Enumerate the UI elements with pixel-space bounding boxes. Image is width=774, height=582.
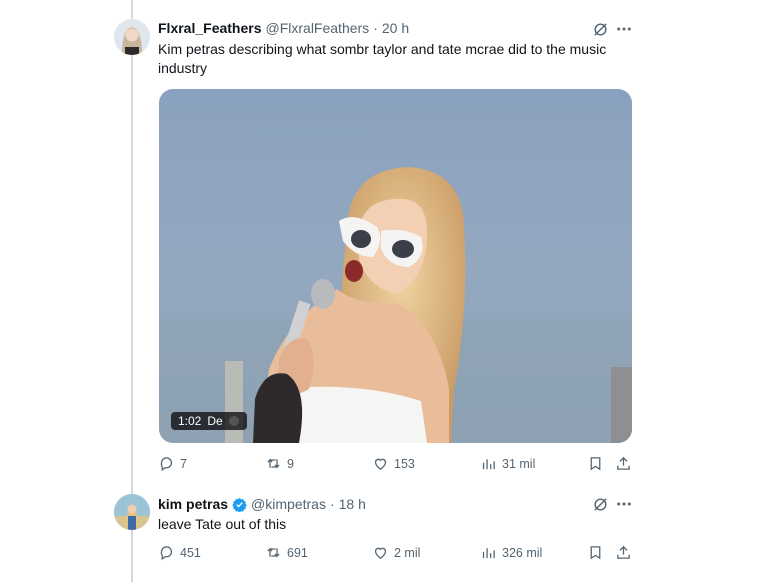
reply-icon: [160, 457, 173, 472]
avatar-image: [114, 19, 150, 55]
tweet-header: Flxral_Feathers @FlxralFeathers · 20 h: [158, 20, 409, 36]
reply-icon: [160, 546, 173, 561]
tweet-text: leave Tate out of this: [158, 516, 287, 532]
handle[interactable]: @FlxralFeathers: [266, 20, 370, 36]
grok-icon[interactable]: [590, 494, 610, 514]
views-count: 31 mil: [502, 456, 536, 471]
reply-button[interactable]: 451: [158, 544, 201, 561]
separator: ·: [373, 20, 378, 36]
like-icon: [374, 458, 387, 470]
share-icon: [617, 545, 630, 559]
views-icon: [482, 548, 495, 559]
views-button[interactable]: 31 mil: [480, 455, 535, 472]
avatar-image: [114, 494, 150, 530]
bookmark-button[interactable]: [587, 455, 604, 472]
reply-count: 451: [180, 545, 201, 560]
video-frame: [159, 89, 632, 443]
like-count: 2 mil: [394, 545, 421, 560]
reply-button[interactable]: 7: [158, 455, 187, 472]
like-count: 153: [394, 456, 415, 471]
handle[interactable]: @kimpetras: [251, 496, 326, 512]
video-player[interactable]: 1:02 De: [159, 89, 632, 443]
display-name[interactable]: Flxral_Feathers: [158, 20, 262, 36]
repost-count: 691: [287, 545, 308, 560]
reply-count: 7: [180, 456, 187, 471]
views-count: 326 mil: [502, 545, 543, 560]
video-time: 1:02: [178, 414, 202, 428]
like-button[interactable]: 2 mil: [372, 544, 420, 561]
share-icon: [617, 456, 630, 470]
repost-count: 9: [287, 456, 294, 471]
grok-icon[interactable]: [590, 19, 610, 39]
tweet-text: Kim petras describing what sombr taylor …: [158, 41, 607, 76]
like-button[interactable]: 153: [372, 455, 415, 472]
video-caption: De: [207, 414, 223, 428]
more-icon[interactable]: [614, 19, 634, 39]
separator: ·: [329, 496, 335, 512]
more-icon[interactable]: [614, 494, 634, 514]
avatar[interactable]: [114, 494, 150, 530]
timestamp[interactable]: 18 h: [339, 496, 366, 512]
bookmark-button[interactable]: [587, 544, 604, 561]
like-icon: [374, 547, 387, 559]
tweet-header: kim petras @kimpetras · 18 h: [158, 496, 366, 512]
timestamp[interactable]: 20 h: [382, 20, 409, 36]
bookmark-icon: [590, 546, 601, 560]
avatar[interactable]: [114, 19, 150, 55]
views-icon: [482, 459, 495, 470]
share-button[interactable]: [615, 455, 632, 472]
repost-icon: [267, 547, 280, 558]
volume-icon[interactable]: [228, 416, 239, 426]
bookmark-icon: [590, 457, 601, 471]
repost-icon: [267, 458, 280, 469]
tweet-actions: 451 691 2 mil 326 mil: [158, 544, 638, 564]
repost-button[interactable]: 9: [265, 455, 294, 472]
tweet-actions: 7 9 153 31 mil: [158, 455, 638, 475]
display-name[interactable]: kim petras: [158, 496, 228, 512]
share-button[interactable]: [615, 544, 632, 561]
repost-button[interactable]: 691: [265, 544, 308, 561]
views-button[interactable]: 326 mil: [480, 544, 542, 561]
video-duration: 1:02 De: [171, 412, 247, 430]
verified-icon: [232, 497, 247, 512]
